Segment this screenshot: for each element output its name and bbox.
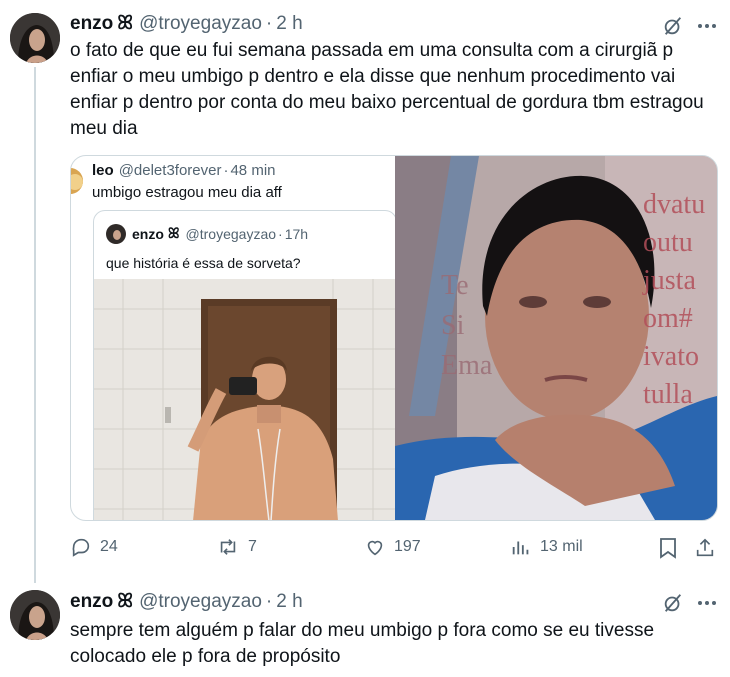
quote-avatar[interactable] [71, 168, 83, 194]
quote-content: leo @delet3forever · 48 min umbigo estra… [71, 156, 397, 520]
handle[interactable]: @troyegayzao [139, 13, 262, 35]
display-name[interactable]: enzo [70, 591, 113, 613]
tweet-text-line: o fato de que eu fui semana passada em u… [70, 40, 674, 61]
tweet-text-line: colocado ele p fora de propósito [70, 646, 341, 667]
bookmark-icon[interactable] [656, 536, 680, 560]
quote-separator: · [223, 162, 229, 179]
quote-tweet[interactable]: leo @delet3forever · 48 min umbigo estra… [70, 155, 718, 521]
grok-icon[interactable] [660, 13, 686, 39]
poster-text-line: ivato [643, 341, 699, 372]
photo-poster-text: dvatu outu justa om# ivato tulla [643, 186, 705, 414]
tweet-text-line: enfiar p dentro por conta do meu baixo p… [70, 92, 704, 113]
like-button[interactable]: 197 [364, 536, 421, 558]
tweet-text: o fato de que eu fui semana passada em u… [70, 38, 725, 142]
views-button[interactable]: 13 mil [510, 536, 583, 558]
grok-icon[interactable] [660, 590, 686, 616]
like-icon [367, 540, 383, 556]
views-count: 13 mil [540, 538, 583, 555]
poster-text-line: Ema [441, 350, 493, 381]
selfie-photo[interactable] [94, 279, 395, 520]
timestamp[interactable]: 2 h [276, 591, 302, 613]
quote-text: umbigo estragou meu dia aff [92, 184, 282, 201]
badge-icon: ꕤ [167, 225, 180, 241]
inner-separator: · [278, 225, 283, 242]
inner-quote-header: enzo ꕤ @troyegayzao · 17h [132, 225, 308, 242]
tweet-header: enzo ꕤ @troyegayzao · 2 h [70, 591, 303, 613]
repost-count: 7 [248, 538, 257, 555]
share-icon[interactable] [693, 536, 717, 560]
tweet-text-line: enfiar o meu umbigo p dentro e ela disse… [70, 66, 676, 87]
avatar[interactable] [10, 13, 60, 63]
quote-handle[interactable]: @delet3forever [119, 162, 222, 179]
selfie-photo-right[interactable]: dvatu outu justa om# ivato tulla Te Si E… [395, 156, 717, 520]
badge-icon: ꕤ [117, 13, 134, 34]
quote-header: leo @delet3forever · 48 min [92, 162, 276, 179]
inner-quote-text: que história é essa de sorveta? [106, 255, 301, 271]
tweet-text-line: meu dia [70, 118, 138, 139]
quote-display-name[interactable]: leo [92, 162, 114, 179]
poster-text-line: Te [441, 270, 469, 301]
more-icon[interactable] [695, 590, 719, 616]
poster-text-line: dvatu [643, 189, 706, 220]
reply-count: 24 [100, 538, 118, 555]
views-icon [512, 541, 529, 555]
like-count: 197 [394, 538, 421, 555]
separator: · [265, 591, 273, 612]
inner-quote-avatar[interactable] [106, 224, 126, 244]
inner-display-name[interactable]: enzo [132, 226, 164, 242]
badge-icon: ꕤ [117, 591, 134, 612]
reply-button[interactable]: 24 [70, 536, 118, 558]
poster-text-line: justa [643, 265, 696, 296]
repost-icon [220, 539, 236, 555]
inner-timestamp[interactable]: 17h [285, 226, 308, 242]
poster-text-line: Si [441, 310, 465, 341]
inner-handle[interactable]: @troyegayzao [186, 226, 276, 242]
more-icon[interactable] [695, 13, 719, 39]
avatar[interactable] [10, 590, 60, 640]
tweet-header: enzo ꕤ @troyegayzao · 2 h [70, 13, 303, 35]
display-name[interactable]: enzo [70, 13, 113, 35]
timestamp[interactable]: 2 h [276, 13, 302, 35]
repost-button[interactable]: 7 [216, 536, 257, 558]
separator: · [265, 13, 273, 34]
tweet-text-line: sempre tem alguém p falar do meu umbigo … [70, 620, 655, 641]
poster-text-line: outu [643, 227, 693, 258]
reply-icon [72, 538, 90, 557]
thread-line [34, 67, 36, 583]
tweet-text: sempre tem alguém p falar do meu umbigo … [70, 618, 725, 670]
poster-text-line: tulla [643, 379, 693, 410]
poster-text-line: om# [643, 303, 693, 334]
photo-poster-text-left: Te Si Ema [441, 266, 492, 386]
inner-quote[interactable]: enzo ꕤ @troyegayzao · 17h que história é… [93, 210, 397, 520]
handle[interactable]: @troyegayzao [139, 591, 262, 613]
quote-timestamp[interactable]: 48 min [230, 162, 275, 179]
